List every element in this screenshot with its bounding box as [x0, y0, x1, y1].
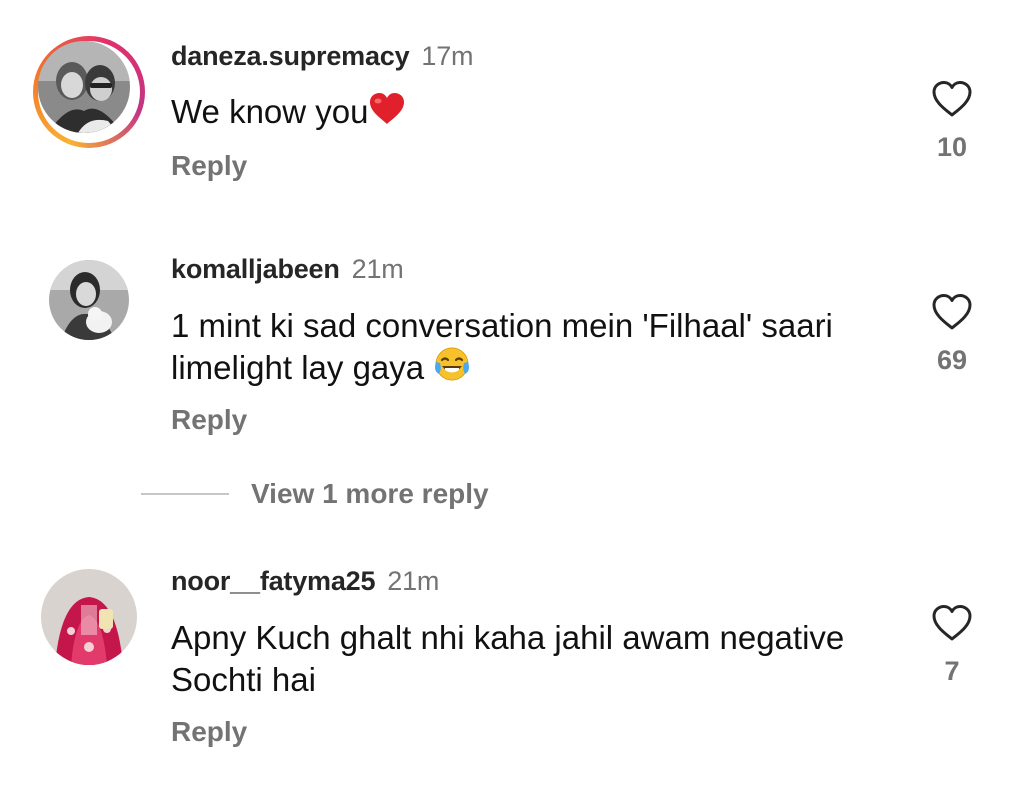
heart-icon[interactable] — [926, 80, 978, 118]
heart-icon[interactable] — [926, 604, 978, 642]
reply-button[interactable]: Reply — [171, 404, 247, 436]
comment-text: We know you — [171, 91, 891, 136]
avatar[interactable] — [41, 569, 137, 665]
comment-text: 1 mint ki sad conversation mein 'Filhaal… — [171, 305, 891, 393]
comment-text-line-2: limelight lay gaya — [171, 349, 425, 386]
thread-divider — [141, 493, 229, 495]
comment-timestamp: 21m — [351, 254, 404, 284]
comment-text-line-2: Sochti hai — [171, 661, 316, 698]
comment-text-content: We know you — [171, 93, 369, 130]
username[interactable]: daneza.supremacy — [171, 41, 410, 71]
like-button[interactable]: 69 — [926, 293, 978, 376]
comment-text-line-1: 1 mint ki sad conversation mein 'Filhaal… — [171, 307, 833, 344]
username[interactable]: noor__fatyma25 — [171, 566, 375, 596]
username-label[interactable]: komalljabeen 21m — [171, 254, 404, 285]
view-more-replies-button[interactable]: View 1 more reply — [141, 476, 489, 512]
like-count: 7 — [944, 656, 960, 686]
view-more-replies-label[interactable]: View 1 more reply — [251, 478, 489, 510]
avatar[interactable] — [49, 260, 129, 340]
red-heart-icon — [368, 92, 406, 136]
comment-timestamp: 21m — [387, 566, 440, 596]
face-with-tears-of-joy-icon — [433, 347, 471, 393]
avatar — [38, 41, 130, 133]
comment-timestamp: 17m — [421, 41, 474, 71]
username-label[interactable]: noor__fatyma25 21m — [171, 566, 439, 597]
like-count: 10 — [936, 132, 968, 162]
comment-text: Apny Kuch ghalt nhi kaha jahil awam nega… — [171, 617, 891, 701]
heart-icon[interactable] — [926, 293, 978, 331]
like-button[interactable]: 10 — [926, 80, 978, 163]
username[interactable]: komalljabeen — [171, 254, 340, 284]
avatar-story-ring[interactable] — [33, 36, 145, 148]
comment-text-line-1: Apny Kuch ghalt nhi kaha jahil awam nega… — [171, 619, 845, 656]
username-label[interactable]: daneza.supremacy 17m — [171, 41, 474, 72]
like-button[interactable]: 7 — [926, 604, 978, 687]
reply-button[interactable]: Reply — [171, 150, 247, 182]
reply-button[interactable]: Reply — [171, 716, 247, 748]
like-count: 69 — [936, 345, 968, 375]
